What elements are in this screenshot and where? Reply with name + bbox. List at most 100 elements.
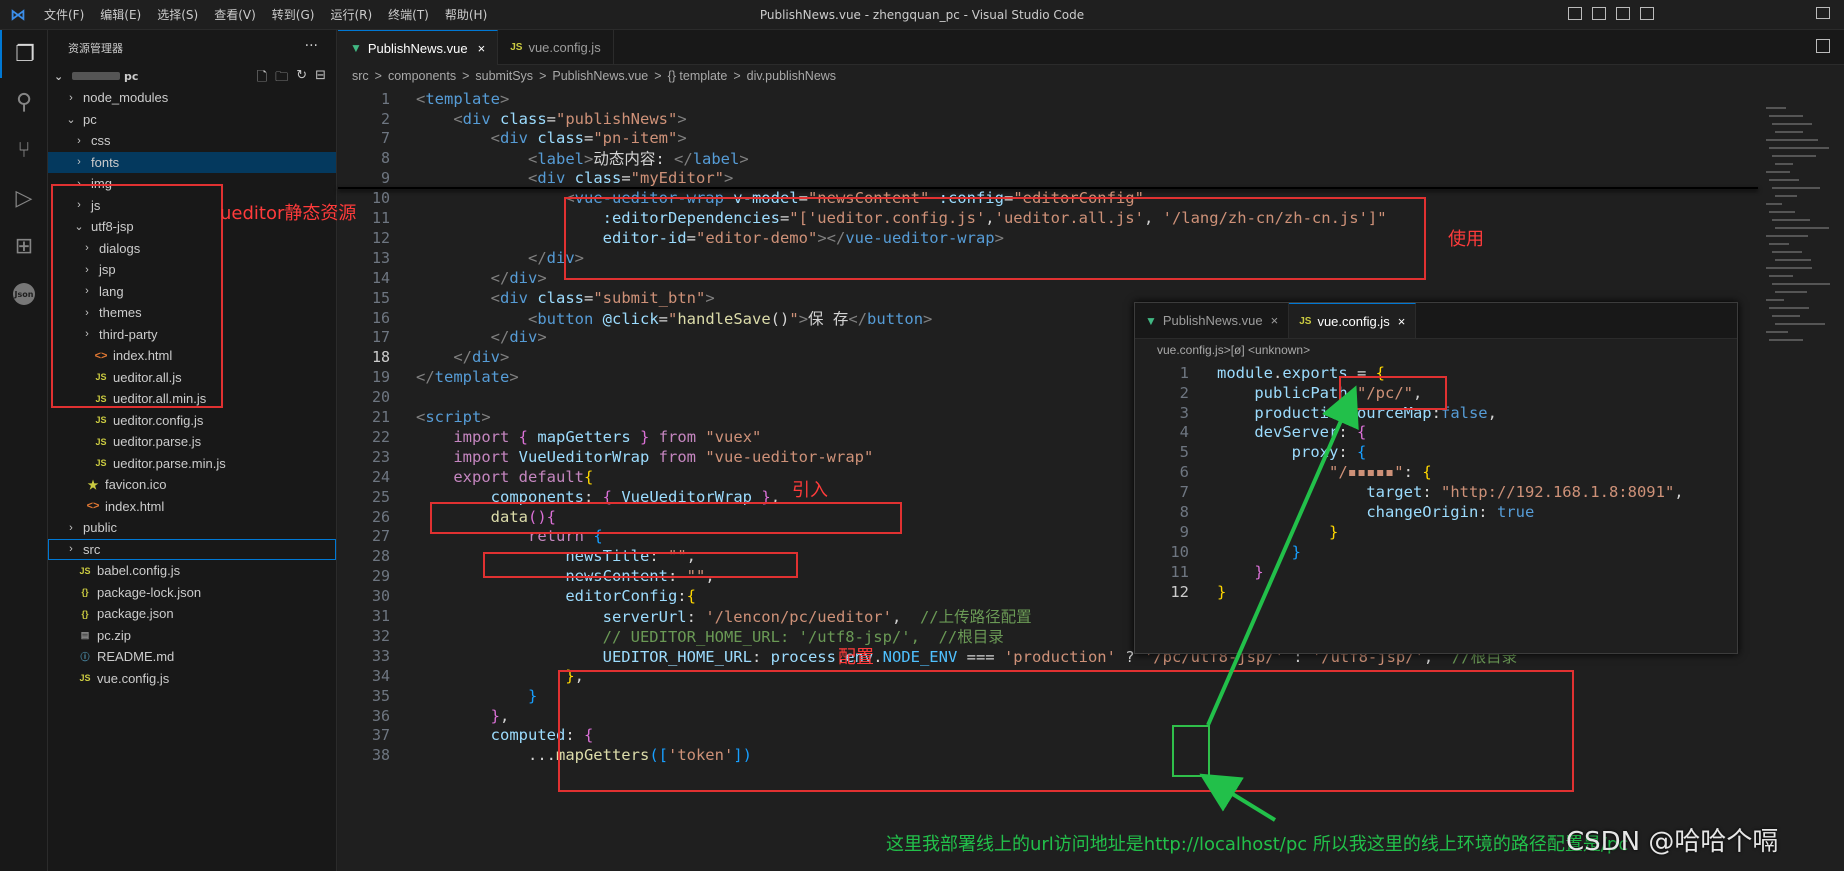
line-number: 27 [371,527,390,546]
source-control-icon[interactable]: ⑂ [0,126,48,174]
menu-item[interactable]: 查看(V) [214,8,256,22]
line-number: 37 [371,726,390,745]
line-number: 35 [371,686,390,705]
close-icon[interactable]: × [1398,314,1406,329]
tree-folder[interactable]: › public [48,517,336,539]
tree-file[interactable]: ★ favicon.ico [48,474,336,496]
tree-file[interactable]: <> index.html [48,496,336,518]
tree-file[interactable]: {} package.json [48,603,336,625]
tree-folder[interactable]: › css [48,130,336,152]
breadcrumb-item[interactable]: div.publishNews [747,69,836,83]
import-box [430,502,902,534]
close-icon[interactable]: × [478,41,486,56]
code-token: template [425,89,500,108]
code-token: </ [416,368,435,387]
tree-file[interactable]: ⓘ README.md [48,646,336,668]
popup-tab-vue-config[interactable]: JS vue.config.js × [1289,303,1417,338]
tree-folder[interactable]: ⌄ pc [48,109,336,131]
chevron-right-icon: › [69,543,73,556]
search-icon[interactable]: ⚲ [0,78,48,126]
static-resources-label: ueditor静态资源 [220,203,357,224]
menu-item[interactable]: 终端(T) [388,8,429,22]
code-token: module [1217,363,1273,382]
code-text: changeOrigin: true [1217,503,1534,521]
minimap-line [1775,227,1829,229]
breadcrumb-item[interactable]: submitSys [475,69,533,83]
code-token: class [537,288,584,307]
refresh-icon[interactable]: ↻ [296,68,307,90]
code-token: = [584,129,594,148]
breadcrumb-separator: > [462,69,470,83]
json-icon[interactable]: Json [0,270,48,318]
editor-tabs: ▼ PublishNews.vue × JS vue.config.js [338,30,1844,65]
new-folder-icon[interactable]: 🗀 [275,68,288,90]
more-actions-icon[interactable]: ··· [305,38,318,54]
breadcrumb-item[interactable]: components [388,69,456,83]
tree-file[interactable]: {} package-lock.json [48,582,336,604]
toggle-panel-icon[interactable] [1592,7,1606,20]
collapse-icon[interactable]: ⊟ [315,68,326,90]
popup-tab-publishnews[interactable]: ▼ PublishNews.vue × [1135,303,1290,338]
code-token: < [490,129,500,148]
code-token: { [686,587,696,606]
code-token: target [1366,483,1423,502]
tree-folder[interactable]: › fonts [48,151,336,173]
tab-vue-config-js[interactable]: JS vue.config.js [498,30,614,65]
toggle-sidebar-icon[interactable] [1568,7,1582,20]
restore-window-icon[interactable] [1816,7,1830,19]
minimap[interactable] [1758,87,1844,871]
tree-file[interactable]: ▤ pc.zip [48,625,336,647]
menu-item[interactable]: 编辑(E) [100,8,141,22]
run-debug-icon[interactable]: ▷ [0,174,48,222]
code-token: div [500,288,538,307]
split-editor-icon[interactable] [1816,39,1830,53]
extensions-icon[interactable]: ⊞ [0,222,48,270]
popup-code-line[interactable]: 12} [1135,580,1739,604]
tree-file[interactable]: JS ueditor.config.js [48,410,336,432]
new-file-icon[interactable]: 🗋 [257,68,267,90]
tree-file[interactable]: JS ueditor.parse.min.js [48,453,336,475]
line-number: 10 [1170,542,1189,561]
minimap-line [1769,147,1829,149]
tree-file[interactable]: JS ueditor.parse.js [48,431,336,453]
tree-file[interactable]: JS babel.config.js [48,560,336,582]
breadcrumb-item[interactable]: vue.config.js [1157,343,1224,357]
line-number: 12 [1170,582,1189,601]
menu-item[interactable]: 帮助(H) [445,8,487,22]
code-token: = [546,109,557,128]
menu-item[interactable]: 选择(S) [157,8,198,22]
tree-folder[interactable]: › node_modules [48,87,336,109]
breadcrumb-item[interactable]: src [352,69,369,83]
breadcrumb-item[interactable]: [ø] <unknown> [1231,343,1310,357]
menu-item[interactable]: 运行(R) [330,8,372,22]
deployment-note: 这里我部署线上的url访问地址是http://localhost/pc 所以我这… [886,834,1629,855]
explorer-icon[interactable]: ❐ [0,30,48,78]
vue-config-popup: ▼ PublishNews.vue × JS vue.config.js × v… [1134,302,1738,654]
menu-item[interactable]: 转到(G) [272,8,315,22]
code-token: devServer [1254,423,1339,442]
menu-item[interactable]: 文件(F) [44,8,84,22]
code-text: import { mapGetters } from "vuex" [416,428,761,446]
toggle-secondary-sidebar-icon[interactable] [1616,7,1630,20]
code-token: : [1338,443,1357,462]
customize-layout-icon[interactable] [1640,7,1654,20]
close-icon[interactable]: × [1271,313,1279,328]
tab-publishnews-vue[interactable]: ▼ PublishNews.vue × [338,30,499,65]
minimap-line [1775,163,1793,165]
project-root[interactable]: ⌄ pc 🗋 🗀 ↻ ⊟ [48,65,336,87]
line-number: 22 [371,427,390,446]
tree-file[interactable]: JS vue.config.js [48,668,336,690]
breadcrumb-item[interactable]: PublishNews.vue [552,69,648,83]
code-text: <div class="submit_btn"> [416,289,715,307]
breadcrumb-item[interactable]: {} template [668,69,728,83]
code-token: "pn-item" [593,129,678,148]
tree-folder[interactable]: › src [48,538,336,560]
